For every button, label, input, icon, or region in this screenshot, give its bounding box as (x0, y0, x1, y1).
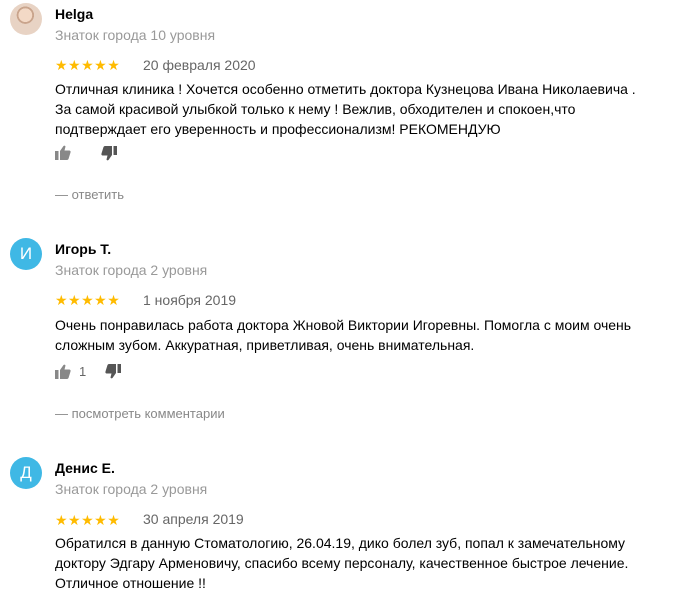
reviewer-name[interactable]: Денис Е. (55, 460, 115, 476)
avatar[interactable] (10, 3, 42, 35)
avatar-letter: Д (20, 463, 32, 482)
thumbs-down-icon (105, 364, 121, 379)
thumbs-up-icon (55, 364, 71, 379)
reviewer-name[interactable]: Helga (55, 6, 93, 22)
dislike-button[interactable] (105, 364, 121, 379)
review-text-line: Отличное отношение !! (55, 575, 206, 591)
rating-stars: ★★★★★ (55, 512, 121, 528)
like-button[interactable] (55, 145, 79, 160)
review-text-line: доктору Эдгару Арменовичу, спасибо всему… (55, 555, 629, 571)
review-text: Очень понравилась работа доктора Жновой … (55, 315, 685, 355)
review-text-line: сложным зубом. Аккуратная, приветливая, … (55, 337, 475, 353)
review-text-line: Очень понравилась работа доктора Жновой … (55, 317, 632, 333)
reviewer-level: Знаток города 2 уровня (55, 262, 208, 278)
review-date: 20 февраля 2020 (143, 57, 256, 73)
reviewer-name[interactable]: Игорь Т. (55, 241, 111, 257)
review-text-line: Отличная клиника ! Хочется особенно отме… (55, 81, 636, 97)
dislike-button[interactable] (101, 146, 117, 161)
review-text-line: За самой красивой улыбкой только к нему … (55, 101, 576, 117)
thumbs-up-icon (55, 145, 71, 160)
review-text-line: Обратился в данную Стоматологию, 26.04.1… (55, 535, 626, 551)
review-date: 1 ноября 2019 (143, 292, 237, 308)
like-button[interactable]: 1 (55, 364, 86, 379)
review-text: Обратился в данную Стоматологию, 26.04.1… (55, 533, 685, 593)
rating-stars: ★★★★★ (55, 57, 121, 73)
avatar[interactable]: И (10, 238, 42, 270)
rating-stars: ★★★★★ (55, 292, 121, 308)
reviewer-level: Знаток города 10 уровня (55, 27, 216, 43)
reviewer-level: Знаток города 2 уровня (55, 481, 208, 497)
review-text-line: подтверждает его уверенность и профессио… (55, 121, 501, 137)
avatar[interactable]: Д (10, 457, 42, 489)
review-text: Отличная клиника ! Хочется особенно отме… (55, 79, 685, 139)
thumbs-down-icon (101, 146, 117, 161)
review-date: 30 апреля 2019 (143, 511, 244, 527)
reply-link[interactable]: — ответить (55, 187, 124, 202)
avatar-letter: И (19, 244, 33, 263)
view-comments-link[interactable]: — посмотреть комментарии (55, 406, 225, 421)
like-count: 1 (79, 364, 87, 379)
